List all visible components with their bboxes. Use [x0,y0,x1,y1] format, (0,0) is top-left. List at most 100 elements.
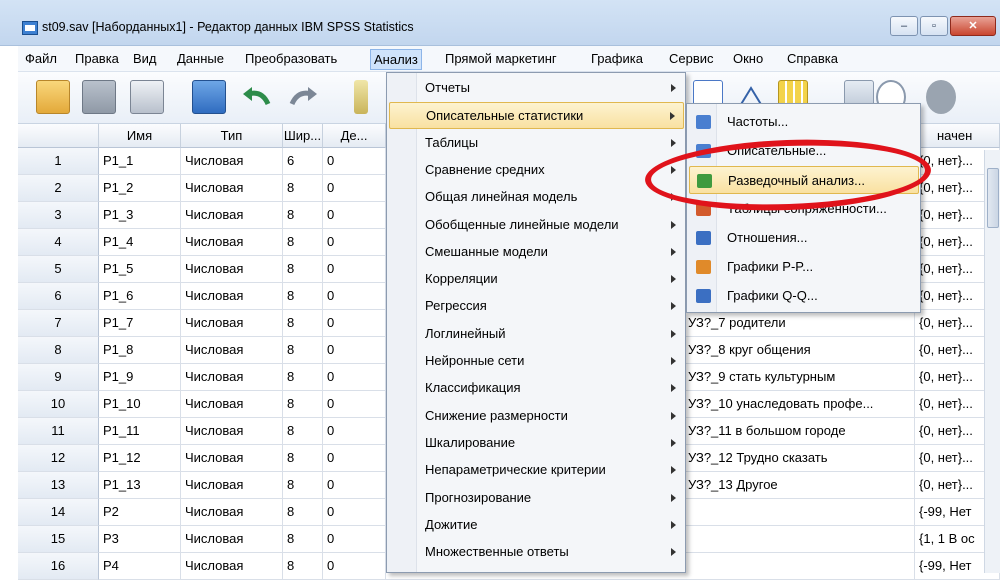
row-number[interactable]: 11 [18,418,99,445]
analyze-menu-item[interactable]: Снижение размерности [389,403,684,430]
circle-icon[interactable] [926,80,956,114]
cell-name[interactable]: P1_5 [99,256,181,283]
analyze-menu-item[interactable]: Корреляции [389,266,684,293]
analyze-menu-item[interactable]: Описательные статистики [389,102,684,130]
cell-type[interactable]: Числовая [181,553,283,580]
cell-width[interactable]: 8 [283,229,323,256]
cell-decimals[interactable]: 0 [323,445,386,472]
cell-name[interactable]: P1_13 [99,472,181,499]
cell-type[interactable]: Числовая [181,445,283,472]
open-file-icon[interactable] [36,80,70,114]
recall-dialog-icon[interactable] [192,80,226,114]
cell-width[interactable]: 8 [283,499,323,526]
row-number[interactable]: 9 [18,364,99,391]
column-header-decimals[interactable]: Де... [323,124,386,148]
cell-decimals[interactable]: 0 [323,283,386,310]
save-icon[interactable] [82,80,116,114]
column-header-width[interactable]: Шир... [283,124,323,148]
cell-width[interactable]: 8 [283,553,323,580]
analyze-menu-item[interactable]: Таблицы [389,130,684,157]
cell-name[interactable]: P1_7 [99,310,181,337]
close-button[interactable]: ✕ [950,16,996,36]
cell-name[interactable]: P1_9 [99,364,181,391]
cell-type[interactable]: Числовая [181,202,283,229]
row-number[interactable]: 13 [18,472,99,499]
cell-type[interactable]: Числовая [181,472,283,499]
cell-decimals[interactable]: 0 [323,364,386,391]
analyze-menu-item[interactable]: Логлинейный [389,321,684,348]
row-number[interactable]: 4 [18,229,99,256]
cell-decimals[interactable]: 0 [323,310,386,337]
scrollbar-thumb[interactable] [987,168,999,228]
cell-decimals[interactable]: 0 [323,472,386,499]
cell-type[interactable]: Числовая [181,148,283,175]
menu-data[interactable]: Данные [174,49,227,70]
menu-transform[interactable]: Преобразовать [242,49,340,70]
cell-type[interactable]: Числовая [181,175,283,202]
menu-analyze[interactable]: Анализ [370,49,422,70]
cell-name[interactable]: P1_10 [99,391,181,418]
minimize-button[interactable]: – [890,16,918,36]
row-number[interactable]: 10 [18,391,99,418]
corner-header[interactable] [18,124,99,148]
row-number[interactable]: 5 [18,256,99,283]
analyze-menu-item[interactable]: Прогнозирование [389,485,684,512]
cell-width[interactable]: 8 [283,391,323,418]
maximize-button[interactable]: ▫ [920,16,948,36]
cell-width[interactable]: 8 [283,445,323,472]
cell-type[interactable]: Числовая [181,337,283,364]
column-header-name[interactable]: Имя [99,124,181,148]
submenu-item[interactable]: Частоты... [689,108,919,136]
cell-decimals[interactable]: 0 [323,499,386,526]
cell-width[interactable]: 8 [283,472,323,499]
row-number[interactable]: 3 [18,202,99,229]
cell-decimals[interactable]: 0 [323,526,386,553]
cell-type[interactable]: Числовая [181,283,283,310]
row-number[interactable]: 16 [18,553,99,580]
column-header-values[interactable]: начен [915,124,1000,148]
vertical-scrollbar[interactable] [984,150,1000,573]
menu-help[interactable]: Справка [784,49,841,70]
cell-type[interactable]: Числовая [181,229,283,256]
cell-type[interactable]: Числовая [181,391,283,418]
cell-type[interactable]: Числовая [181,526,283,553]
analyze-menu-item[interactable]: Отчеты [389,75,684,102]
cell-width[interactable]: 8 [283,526,323,553]
cell-decimals[interactable]: 0 [323,256,386,283]
goto-case-icon[interactable] [354,80,368,114]
cell-name[interactable]: P1_1 [99,148,181,175]
cell-type[interactable]: Числовая [181,418,283,445]
redo-icon[interactable] [286,80,320,114]
cell-name[interactable]: P1_2 [99,175,181,202]
menu-graphs[interactable]: Графика [588,49,646,70]
analyze-menu-item[interactable]: Классификация [389,375,684,402]
print-icon[interactable] [130,80,164,114]
analyze-menu-item[interactable]: Обобщенные линейные модели [389,212,684,239]
cell-name[interactable]: P4 [99,553,181,580]
row-number[interactable]: 12 [18,445,99,472]
cell-name[interactable]: P2 [99,499,181,526]
analyze-menu-item[interactable]: Непараметрические критерии [389,457,684,484]
row-number[interactable]: 1 [18,148,99,175]
analyze-menu-item[interactable]: Регрессия [389,293,684,320]
cell-width[interactable]: 8 [283,202,323,229]
menu-utilities[interactable]: Сервис [666,49,717,70]
cell-width[interactable]: 8 [283,310,323,337]
column-header-type[interactable]: Тип [181,124,283,148]
submenu-item[interactable]: Отношения... [689,224,919,252]
menu-window[interactable]: Окно [730,49,766,70]
menu-file[interactable]: Файл [22,49,60,70]
analyze-menu-item[interactable]: Шкалирование [389,430,684,457]
cell-name[interactable]: P3 [99,526,181,553]
cell-type[interactable]: Числовая [181,310,283,337]
cell-width[interactable]: 8 [283,418,323,445]
row-number[interactable]: 7 [18,310,99,337]
cell-name[interactable]: P1_8 [99,337,181,364]
submenu-item[interactable]: Графики Q-Q... [689,282,919,310]
cell-type[interactable]: Числовая [181,364,283,391]
cell-width[interactable]: 8 [283,175,323,202]
undo-icon[interactable] [240,80,274,114]
cell-decimals[interactable]: 0 [323,202,386,229]
cell-width[interactable]: 8 [283,283,323,310]
cell-type[interactable]: Числовая [181,499,283,526]
